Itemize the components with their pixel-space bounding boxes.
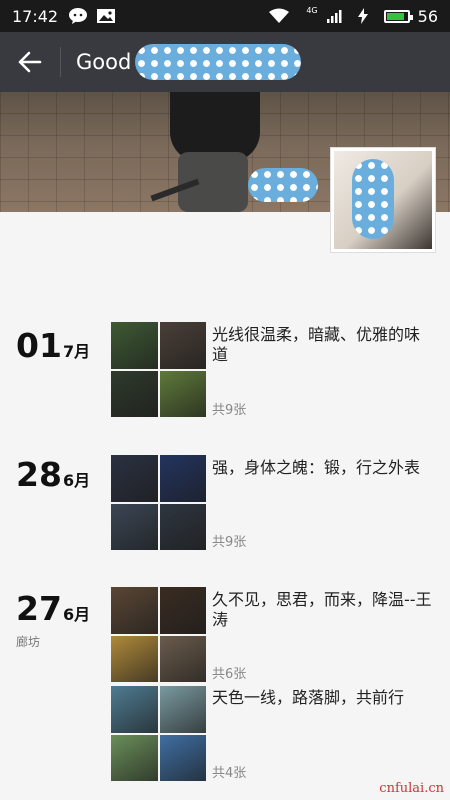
photo-grid[interactable]	[111, 686, 206, 781]
photo-thumbnail	[159, 686, 206, 733]
photo-thumbnail	[159, 455, 206, 502]
status-time: 17:42	[12, 6, 59, 26]
battery-level	[386, 12, 404, 20]
photo-thumbnail	[159, 503, 206, 550]
entry-day: 01	[16, 326, 62, 365]
photo-thumbnail	[111, 455, 158, 502]
photo-thumbnail	[111, 587, 158, 634]
photo-thumbnail	[111, 503, 158, 550]
entry-date: 276月	[16, 589, 90, 628]
page-title: Good	[76, 50, 132, 74]
photo-count: 共9张	[212, 403, 247, 418]
entry-date: 017月	[16, 326, 90, 365]
post-caption[interactable]: 天色一线，路落脚，共前行	[212, 688, 434, 708]
avatar[interactable]	[330, 147, 436, 253]
redacted-avatar	[352, 159, 394, 239]
image-icon	[96, 8, 116, 24]
photo-thumbnail	[159, 322, 206, 369]
photo-grid[interactable]	[111, 455, 206, 550]
title-bar: Good	[0, 32, 450, 92]
chat-icon	[68, 7, 88, 25]
post-caption[interactable]: 久不见，思君，而来，降温--王涛	[212, 590, 434, 630]
redacted-name	[135, 44, 302, 80]
entry-date: 286月	[16, 455, 90, 494]
photo-thumbnail	[159, 370, 206, 417]
avatar-image	[334, 151, 432, 249]
entry-day: 27	[16, 589, 62, 628]
entry-day: 28	[16, 455, 62, 494]
entry-month: 6月	[62, 471, 91, 490]
photo-thumbnail	[159, 587, 206, 634]
post-caption[interactable]: 光线很温柔，暗藏、优雅的味道	[212, 325, 434, 365]
redacted-cover-name	[248, 168, 318, 202]
photo-thumbnail	[111, 734, 158, 781]
status-bar: 17:42 4G 56	[0, 0, 450, 32]
photo-count: 共9张	[212, 535, 247, 550]
charging-icon	[357, 8, 368, 24]
entry-location: 廊坊	[16, 635, 41, 649]
photo-count: 共6张	[212, 667, 247, 682]
title-divider	[60, 47, 61, 77]
back-button[interactable]	[0, 32, 60, 92]
network-type-label: 4G	[306, 6, 318, 15]
watermark: cnfulai.cn	[379, 781, 444, 796]
battery-icon	[383, 9, 413, 23]
photo-grid[interactable]	[111, 587, 206, 682]
back-arrow-icon	[18, 51, 42, 73]
photo-thumbnail	[111, 635, 158, 682]
photo-thumbnail	[111, 322, 158, 369]
photo-thumbnail	[159, 635, 206, 682]
signal-icon	[326, 8, 342, 24]
photo-grid[interactable]	[111, 322, 206, 417]
photo-thumbnail	[111, 370, 158, 417]
battery-percent: 56	[417, 6, 438, 26]
photo-thumbnail	[111, 686, 158, 733]
photo-thumbnail	[159, 734, 206, 781]
entry-month: 6月	[62, 605, 91, 624]
wifi-icon	[268, 8, 290, 24]
entry-month: 7月	[62, 342, 91, 361]
photo-count: 共4张	[212, 766, 247, 781]
post-caption[interactable]: 强，身体之魄：锻，行之外表	[212, 458, 434, 478]
